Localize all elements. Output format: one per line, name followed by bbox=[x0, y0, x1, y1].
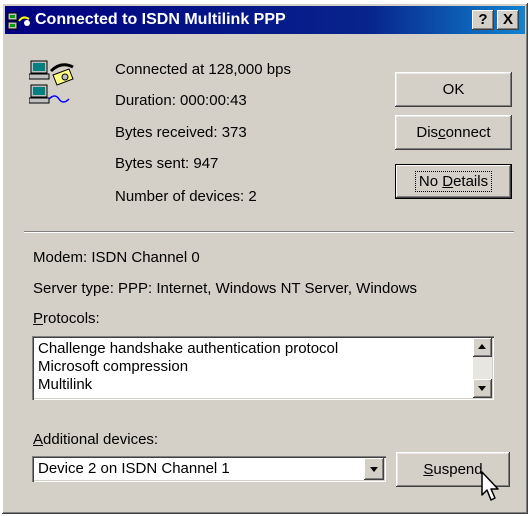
no-details-button[interactable]: No Details bbox=[395, 164, 512, 199]
dialup-status-dialog: Connected to ISDN Multilink PPP ? X Conn… bbox=[2, 3, 528, 514]
scroll-up-button[interactable] bbox=[473, 338, 492, 357]
ok-button[interactable]: OK bbox=[395, 72, 512, 107]
bytes-received: Bytes received: 373 bbox=[115, 124, 247, 141]
dialup-network-icon bbox=[7, 12, 30, 30]
window-title: Connected to ISDN Multilink PPP bbox=[35, 11, 286, 28]
dropdown-button[interactable] bbox=[364, 458, 384, 480]
arrow-down-icon bbox=[478, 386, 486, 391]
modem-label: Modem: ISDN Channel 0 bbox=[33, 249, 200, 266]
scroll-down-button[interactable] bbox=[473, 379, 492, 398]
suspend-button-label: Suspend bbox=[423, 461, 483, 478]
connection-speed: Connected at 128,000 bps bbox=[115, 61, 291, 78]
list-item[interactable]: Challenge handshake authentication proto… bbox=[38, 340, 338, 357]
disconnect-button[interactable]: Disconnect bbox=[395, 115, 512, 150]
bytes-sent: Bytes sent: 947 bbox=[115, 155, 219, 172]
list-item[interactable]: Microsoft compression bbox=[38, 358, 188, 375]
ok-button-label: OK bbox=[442, 81, 465, 98]
chevron-down-icon bbox=[370, 467, 378, 472]
arrow-up-icon bbox=[478, 344, 486, 349]
server-type-label: Server type: PPP: Internet, Windows NT S… bbox=[33, 280, 418, 297]
no-details-button-label: No Details bbox=[414, 171, 493, 192]
number-of-devices: Number of devices: 2 bbox=[115, 188, 257, 205]
duration: Duration: 000:00:43 bbox=[115, 92, 247, 109]
disconnect-button-label: Disconnect bbox=[416, 124, 491, 141]
title-bar[interactable]: Connected to ISDN Multilink PPP ? X bbox=[5, 6, 525, 34]
protocols-label: Protocols: bbox=[33, 310, 100, 327]
additional-devices-combobox[interactable]: Device 2 on ISDN Channel 1 bbox=[32, 456, 386, 482]
selected-device: Device 2 on ISDN Channel 1 bbox=[38, 460, 230, 477]
connected-computers-phone-icon bbox=[29, 60, 74, 104]
additional-devices-label: Additional devices: bbox=[33, 431, 159, 448]
list-item[interactable]: Multilink bbox=[38, 376, 92, 393]
close-button[interactable]: X bbox=[497, 10, 519, 30]
vertical-scrollbar[interactable] bbox=[473, 338, 492, 398]
help-button[interactable]: ? bbox=[472, 10, 494, 30]
protocols-listbox[interactable]: Challenge handshake authentication proto… bbox=[32, 336, 494, 400]
separator bbox=[24, 231, 514, 233]
mouse-pointer-icon bbox=[481, 471, 499, 501]
